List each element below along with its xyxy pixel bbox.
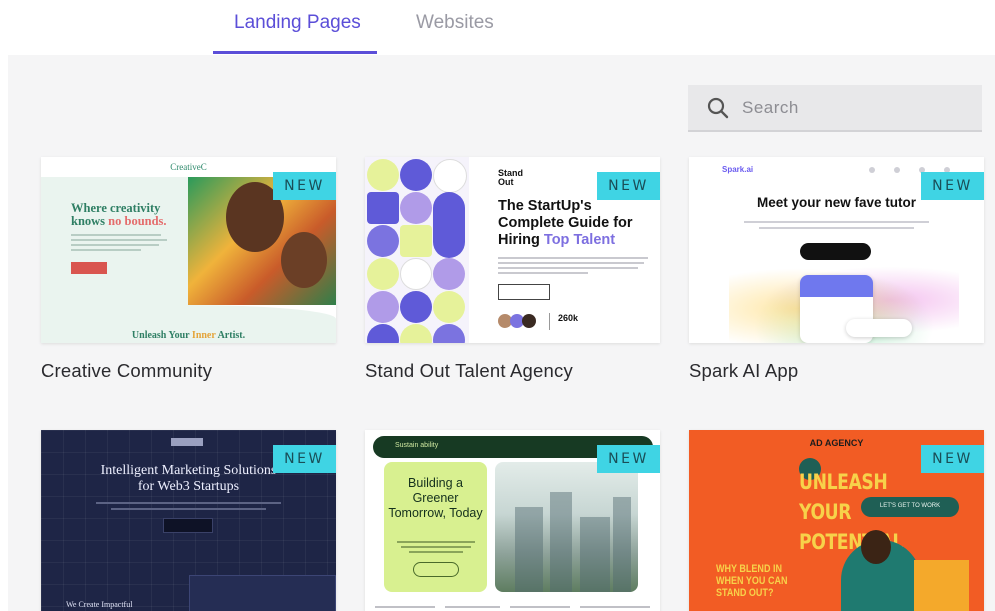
preview-cta-button bbox=[413, 562, 459, 577]
preview-sub-line1: WHY BLEND IN bbox=[716, 563, 782, 575]
tab-landing-pages[interactable]: Landing Pages bbox=[234, 12, 361, 34]
preview-person-head bbox=[861, 530, 891, 564]
preview-cta-button bbox=[71, 262, 107, 274]
preview-subheading: WHY BLEND IN WHEN YOU CAN STAND OUT? bbox=[716, 563, 788, 599]
preview-cta-label: LET'S GET TO WORK bbox=[879, 503, 941, 509]
preview-divider bbox=[549, 313, 550, 330]
preview-headline: Where creativity knows no bounds. bbox=[71, 202, 167, 228]
preview-hero-image bbox=[495, 462, 638, 592]
search-box[interactable] bbox=[688, 85, 982, 132]
preview-cta-button: LET'S GET TO WORK bbox=[861, 497, 959, 517]
new-badge: NEW bbox=[597, 172, 660, 200]
template-thumbnail[interactable]: AD AGENCY UNLEASH YOUR POTENTIAL LET'S G… bbox=[689, 430, 984, 611]
preview-person bbox=[281, 232, 327, 288]
active-tab-indicator bbox=[213, 51, 377, 54]
preview-cta-button bbox=[498, 284, 550, 300]
template-thumbnail[interactable]: Intelligent Marketing Solutions for Web3… bbox=[41, 430, 336, 611]
preview-footer-part: Unleash Your bbox=[131, 330, 192, 341]
search-input[interactable] bbox=[742, 97, 972, 118]
template-title[interactable]: Stand Out Talent Agency bbox=[365, 360, 660, 382]
new-badge: NEW bbox=[921, 172, 984, 200]
template-thumbnail[interactable]: Stand Out The StartUp's Complete Guide f… bbox=[365, 157, 660, 343]
preview-headline-line1: UNLEASH bbox=[799, 470, 888, 494]
new-badge: NEW bbox=[273, 172, 336, 200]
search-icon bbox=[707, 97, 729, 118]
preview-subheading: We Create Impactful bbox=[66, 600, 133, 609]
preview-headline-line2: for Web3 Startups bbox=[137, 479, 240, 494]
new-badge: NEW bbox=[273, 445, 336, 473]
preview-footer-heading: Unleash Your Inner Artist. bbox=[41, 330, 336, 341]
preview-headline-line2: knows bbox=[71, 214, 109, 228]
preview-stat: 260k bbox=[558, 313, 579, 323]
preview-footer-part: Artist. bbox=[215, 330, 246, 341]
preview-headline-line2: YOUR bbox=[799, 500, 852, 524]
preview-cta-button bbox=[163, 518, 213, 533]
template-title[interactable]: Spark AI App bbox=[689, 360, 984, 382]
preview-avatar bbox=[522, 314, 536, 328]
preview-headline-accent: no bounds. bbox=[108, 214, 167, 228]
new-badge: NEW bbox=[597, 445, 660, 473]
template-card-ad-agency[interactable]: AD AGENCY UNLEASH YOUR POTENTIAL LET'S G… bbox=[689, 430, 984, 611]
preview-shape-grid bbox=[365, 157, 469, 343]
preview-footer-accent: Inner bbox=[191, 330, 216, 341]
preview-sub-line2: WHEN YOU CAN bbox=[716, 575, 788, 587]
preview-sub-line3: STAND OUT? bbox=[716, 587, 774, 599]
template-thumbnail[interactable]: Sustain ability Building a Greener Tomor… bbox=[365, 430, 660, 611]
preview-logo bbox=[171, 438, 203, 446]
template-thumbnail[interactable]: Spark.ai Meet your new fave tutor NEW bbox=[689, 157, 984, 343]
preview-headline-line1: Intelligent Marketing Solutions bbox=[100, 463, 277, 478]
tab-websites[interactable]: Websites bbox=[416, 12, 494, 34]
tab-bar: Landing Pages Websites bbox=[0, 0, 995, 55]
preview-logo: Sustain ability bbox=[395, 442, 439, 449]
template-card-web3-marketing[interactable]: Intelligent Marketing Solutions for Web3… bbox=[41, 430, 336, 611]
templates-panel: CreativeC Where creativity knows no boun… bbox=[8, 55, 995, 611]
preview-headline: The StartUp's Complete Guide for Hiring … bbox=[498, 198, 648, 249]
template-title[interactable]: Creative Community bbox=[41, 360, 336, 382]
template-card-creative-community[interactable]: CreativeC Where creativity knows no boun… bbox=[41, 157, 336, 382]
preview-headline: Building a Greener Tomorrow, Today bbox=[388, 476, 483, 520]
preview-headline-line1: Where creativity bbox=[71, 201, 161, 215]
preview-dashboard bbox=[189, 575, 336, 611]
preview-chip bbox=[846, 319, 912, 337]
preview-logo-line2: Out bbox=[498, 177, 514, 187]
preview-headline-accent: Top Talent bbox=[543, 232, 616, 248]
template-card-stand-out[interactable]: Stand Out The StartUp's Complete Guide f… bbox=[365, 157, 660, 382]
preview-logo: Spark.ai bbox=[722, 165, 754, 174]
template-thumbnail[interactable]: CreativeC Where creativity knows no boun… bbox=[41, 157, 336, 343]
template-card-spark-ai[interactable]: Spark.ai Meet your new fave tutor NEW Sp… bbox=[689, 157, 984, 382]
template-card-sustainability[interactable]: Sustain ability Building a Greener Tomor… bbox=[365, 430, 660, 611]
new-badge: NEW bbox=[921, 445, 984, 473]
preview-frame bbox=[914, 560, 969, 611]
preview-logo: Stand Out bbox=[498, 169, 523, 187]
